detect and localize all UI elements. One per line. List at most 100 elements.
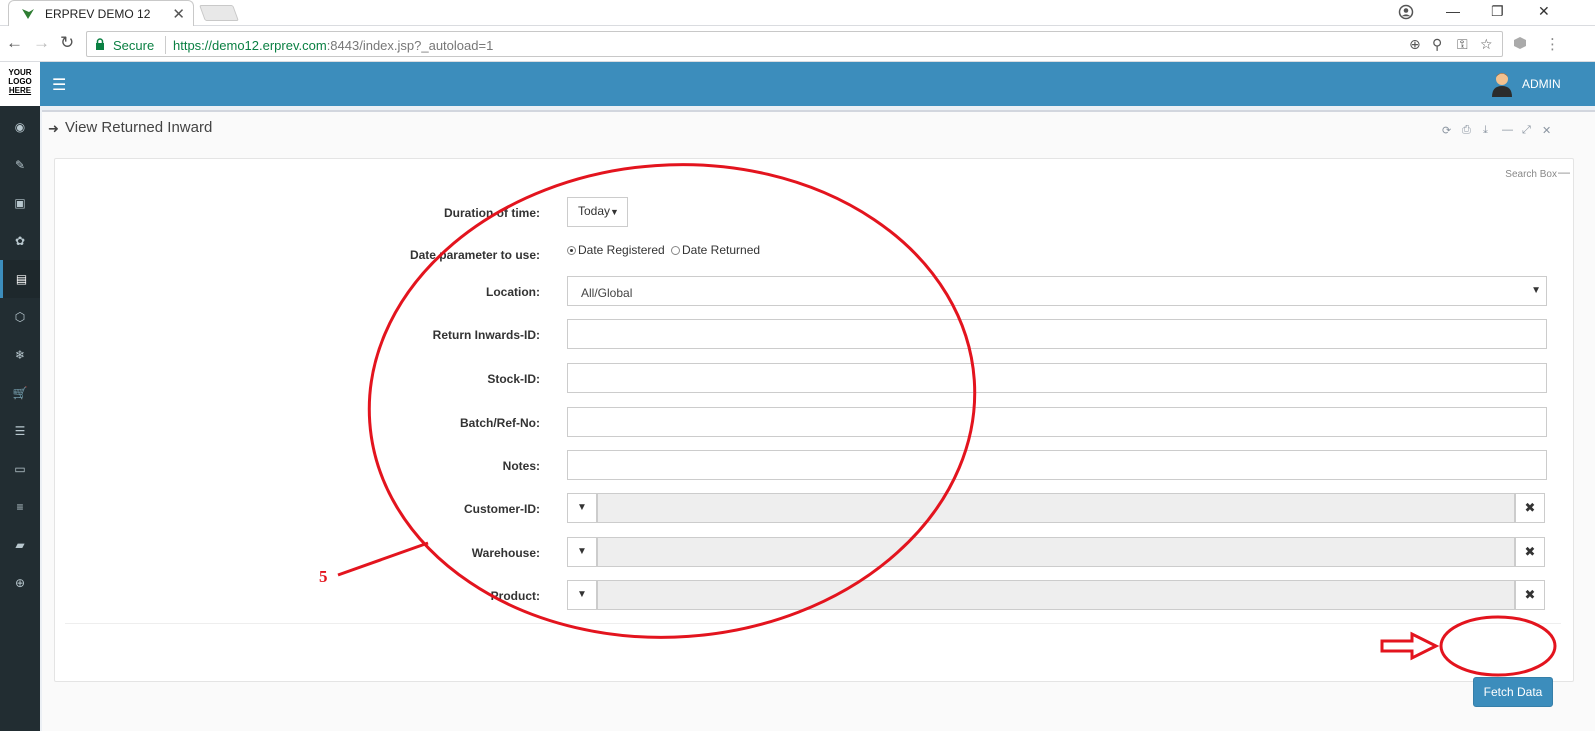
warehouse-label: Warehouse: — [471, 546, 540, 560]
customer-clear-button[interactable]: ✖ — [1515, 493, 1545, 523]
main-content: ➜ View Returned Inward ⟳ ⎙ ⤓ — ⤢ ✕ Searc… — [40, 106, 1595, 731]
radio-date-registered[interactable]: Date Registered — [567, 243, 665, 257]
sidebar-item-tags[interactable]: ✎ — [0, 146, 40, 184]
browser-toolbar: ← → ↻ Secure https://demo12.erprev.com:8… — [0, 26, 1595, 62]
sidebar-item-database[interactable]: ≡ — [0, 488, 40, 526]
page-title: View Returned Inward — [65, 119, 213, 136]
annotation-step-number: 5 — [319, 567, 328, 586]
product-clear-button[interactable]: ✖ — [1515, 580, 1545, 610]
sidebar-item-reports[interactable]: ☰ — [0, 412, 40, 450]
sidebar-item-help[interactable]: ⊕ — [0, 564, 40, 602]
duration-label: Duration of time: — [444, 206, 540, 220]
new-tab-button[interactable] — [199, 5, 239, 21]
sidebar-item-money[interactable]: ▣ — [0, 184, 40, 222]
customer-id-field[interactable] — [597, 493, 1515, 523]
location-label: Location: — [486, 285, 540, 299]
sidebar-item-trash[interactable]: ⬡ — [0, 298, 40, 336]
zoom-icon[interactable]: ⚲ — [1432, 36, 1442, 53]
company-logo: YOUR LOGO HERE — [0, 62, 40, 106]
tab-close-icon[interactable]: ✕ — [172, 5, 185, 23]
forward-icon[interactable]: → — [33, 34, 50, 52]
stock-id-label: Stock-ID: — [487, 372, 540, 386]
refresh-icon[interactable]: ⟳ — [1442, 124, 1451, 137]
user-avatar[interactable] — [1490, 71, 1514, 97]
print-icon[interactable]: ⎙ — [1462, 124, 1471, 137]
warehouse-dropdown-toggle[interactable]: ▼ — [567, 537, 597, 567]
money-icon: ▣ — [14, 196, 26, 210]
collapse-icon[interactable]: — — [1558, 165, 1570, 179]
customer-dropdown-toggle[interactable]: ▼ — [567, 493, 597, 523]
desktop-icon: ▭ — [14, 462, 26, 476]
sign-in-icon: ➜ — [48, 121, 59, 136]
clear-icon: ✖ — [1524, 500, 1536, 515]
search-box: Search Box — Duration of time: Today▼ Da… — [54, 158, 1574, 707]
date-returned-label: Date Returned — [682, 243, 761, 257]
form-divider — [65, 623, 1561, 624]
address-bar[interactable]: Secure https://demo12.erprev.com:8443/in… — [86, 31, 1503, 57]
warehouse-clear-button[interactable]: ✖ — [1515, 537, 1545, 567]
lifebuoy-icon: ⊕ — [14, 576, 26, 590]
omnibox-divider — [165, 36, 166, 54]
close-panel-icon[interactable]: ✕ — [1542, 124, 1551, 137]
reload-icon[interactable]: ↻ — [60, 34, 74, 52]
location-icon[interactable]: ⊕ — [1409, 36, 1421, 53]
notes-input[interactable] — [567, 450, 1547, 480]
minimize-panel-icon[interactable]: — — [1502, 124, 1513, 136]
bookmark-star-icon[interactable]: ☆ — [1480, 36, 1493, 53]
warehouse-field[interactable] — [597, 537, 1515, 567]
restore-window-icon[interactable]: ❐ — [1491, 3, 1504, 20]
lock-icon — [96, 38, 104, 50]
search-box-label: Search Box — [1505, 169, 1557, 180]
dashboard-icon: ◉ — [14, 120, 26, 134]
radio-date-returned[interactable]: Date Returned — [671, 243, 760, 257]
sidebar-item-desktop[interactable]: ▭ — [0, 450, 40, 488]
caret-down-icon: ▼ — [577, 502, 587, 513]
secure-label: Secure — [113, 38, 155, 53]
sidebar-item-dashboard[interactable]: ◉ — [0, 108, 40, 146]
sidebar-item-book[interactable]: ▰ — [0, 526, 40, 564]
caret-down-icon: ▼ — [577, 546, 587, 557]
return-inwards-id-label: Return Inwards-ID: — [432, 328, 540, 342]
browser-tab-title: ERPREV DEMO 12 — [45, 7, 151, 21]
batch-ref-no-input[interactable] — [567, 407, 1547, 437]
batch-ref-no-label: Batch/Ref-No: — [460, 416, 540, 430]
select-arrow-icon: ▼ — [1531, 285, 1541, 296]
app-header: YOUR LOGO HERE ☰ ADMIN — [0, 62, 1595, 106]
date-parameter-label: Date parameter to use: — [409, 248, 540, 262]
location-select[interactable]: All/Global ▼ — [567, 276, 1547, 306]
menu-toggle-icon[interactable]: ☰ — [52, 75, 66, 95]
extension-icon[interactable] — [1511, 34, 1529, 52]
sidebar-item-cart[interactable]: 🛒 — [0, 374, 40, 412]
date-registered-label: Date Registered — [578, 243, 665, 257]
user-name[interactable]: ADMIN — [1522, 77, 1561, 91]
fetch-data-button[interactable]: Fetch Data — [1473, 677, 1553, 707]
account-icon[interactable] — [1398, 4, 1414, 20]
download-icon[interactable]: ⤓ — [1483, 124, 1488, 137]
url-text: https://demo12.erprev.com:8443/index.jsp… — [173, 38, 493, 53]
browser-tab-bar: ERPREV DEMO 12 ✕ — ❐ ✕ — [0, 0, 1595, 26]
product-field[interactable] — [597, 580, 1515, 610]
radio-unchecked-icon — [671, 246, 680, 255]
sidebar-item-inventory[interactable]: ▤ — [0, 260, 40, 298]
return-inwards-id-input[interactable] — [567, 319, 1547, 349]
building-icon: ▤ — [15, 272, 28, 286]
back-icon[interactable]: ← — [6, 34, 23, 52]
stock-id-input[interactable] — [567, 363, 1547, 393]
url-host: demo12.erprev.com — [212, 38, 327, 53]
key-icon[interactable]: ⚿ — [1457, 36, 1468, 53]
browser-menu-icon[interactable]: ⋮ — [1545, 35, 1560, 53]
sidebar-item-items[interactable]: ✿ — [0, 222, 40, 260]
tag-icon: ✎ — [14, 158, 26, 172]
location-value: All/Global — [581, 286, 633, 300]
product-dropdown-toggle[interactable]: ▼ — [567, 580, 597, 610]
logo-line: LOGO — [8, 77, 32, 86]
logo-line: HERE — [8, 86, 32, 95]
close-window-icon[interactable]: ✕ — [1538, 3, 1550, 20]
cubes-icon: ✿ — [14, 234, 26, 248]
browser-tab[interactable]: ERPREV DEMO 12 ✕ — [8, 0, 194, 26]
duration-dropdown[interactable]: Today▼ — [567, 197, 628, 227]
minimize-window-icon[interactable]: — — [1446, 3, 1460, 19]
sidebar-item-settings[interactable]: ❄ — [0, 336, 40, 374]
duration-value: Today — [578, 204, 611, 218]
expand-icon[interactable]: ⤢ — [1522, 124, 1531, 137]
